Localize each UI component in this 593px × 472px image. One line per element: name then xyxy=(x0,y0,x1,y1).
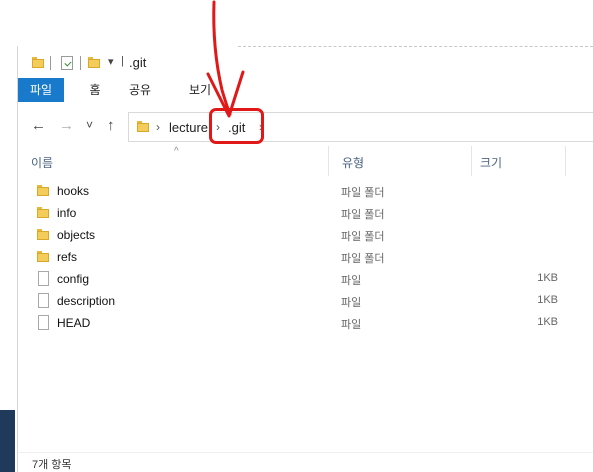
column-name[interactable]: 이름 xyxy=(31,154,53,171)
background-window-edge xyxy=(0,410,15,472)
ribbon-tabs: 파일 홈 공유 보기 xyxy=(18,78,593,102)
breadcrumb-separator[interactable]: › xyxy=(156,120,160,134)
back-arrow-icon[interactable]: ← xyxy=(31,118,46,134)
file-size: 1KB xyxy=(537,294,558,306)
tab-share[interactable]: 공유 xyxy=(120,78,160,102)
column-divider[interactable] xyxy=(328,146,329,176)
list-item[interactable]: refs 파일 폴더 xyxy=(18,246,593,268)
column-header: ^ 이름 유형 크기 xyxy=(18,146,593,176)
file-type: 파일 xyxy=(341,275,362,287)
breadcrumb-lecture[interactable]: lecture xyxy=(169,120,208,135)
recent-locations-chevron-icon[interactable]: ˅ xyxy=(86,117,93,133)
list-item[interactable]: description 파일 1KB xyxy=(18,290,593,312)
file-size: 1KB xyxy=(537,316,558,328)
file-type: 파일 xyxy=(341,319,362,331)
title-bar: ▾ | .git xyxy=(18,50,593,76)
screenshot-stage: ▾ | .git 파일 홈 공유 보기 ← → ˅ ↑ › lecture › … xyxy=(0,0,593,472)
file-type: 파일 폴더 xyxy=(341,187,385,199)
title-pipe: | xyxy=(121,55,124,67)
file-name[interactable]: refs xyxy=(57,250,77,264)
tab-home[interactable]: 홈 xyxy=(80,78,110,102)
navigation-bar: ← → ˅ ↑ › lecture › .git › xyxy=(18,112,593,142)
folder-icon xyxy=(32,57,44,68)
file-type: 파일 폴더 xyxy=(341,231,385,243)
list-item[interactable]: info 파일 폴더 xyxy=(18,202,593,224)
column-type[interactable]: 유형 xyxy=(342,154,364,171)
column-size[interactable]: 크기 xyxy=(480,154,502,171)
quick-access-dropdown-icon[interactable]: ▾ xyxy=(108,55,114,68)
list-item[interactable]: HEAD 파일 1KB xyxy=(18,312,593,334)
tab-file[interactable]: 파일 xyxy=(18,78,64,102)
file-name[interactable]: objects xyxy=(57,228,95,242)
file-icon xyxy=(38,271,49,286)
file-type: 파일 폴더 xyxy=(341,253,385,265)
annotation-highlight-circle xyxy=(209,108,264,144)
sort-ascending-icon: ^ xyxy=(174,146,179,157)
list-item[interactable]: hooks 파일 폴더 xyxy=(18,180,593,202)
file-name[interactable]: hooks xyxy=(57,184,89,198)
dashed-divider xyxy=(238,46,593,47)
column-divider[interactable] xyxy=(471,146,472,176)
file-name[interactable]: info xyxy=(57,206,76,220)
title-separator xyxy=(50,56,51,70)
list-item[interactable]: objects 파일 폴더 xyxy=(18,224,593,246)
file-name[interactable]: config xyxy=(57,272,89,286)
folder-icon xyxy=(37,229,49,240)
file-list: hooks 파일 폴더 info 파일 폴더 objects 파일 폴더 ref… xyxy=(18,180,593,334)
list-item[interactable]: config 파일 1KB xyxy=(18,268,593,290)
status-item-count: 7개 항목 xyxy=(32,459,72,471)
forward-arrow-icon[interactable]: → xyxy=(59,118,74,134)
new-folder-icon[interactable] xyxy=(88,57,100,68)
status-divider xyxy=(18,452,593,453)
tab-view[interactable]: 보기 xyxy=(180,78,220,102)
folder-icon xyxy=(137,121,149,132)
file-name[interactable]: HEAD xyxy=(57,316,90,330)
title-separator xyxy=(80,56,81,70)
folder-icon xyxy=(37,207,49,218)
file-type: 파일 폴더 xyxy=(341,209,385,221)
folder-icon xyxy=(37,185,49,196)
file-name[interactable]: description xyxy=(57,294,115,308)
file-type: 파일 xyxy=(341,297,362,309)
file-size: 1KB xyxy=(537,272,558,284)
column-divider[interactable] xyxy=(565,146,566,176)
file-icon xyxy=(38,293,49,308)
address-bar[interactable]: › lecture › .git › xyxy=(128,112,593,142)
properties-icon[interactable] xyxy=(61,56,73,70)
window-title: .git xyxy=(129,55,147,70)
folder-icon xyxy=(37,251,49,262)
file-icon xyxy=(38,315,49,330)
up-arrow-icon[interactable]: ↑ xyxy=(107,118,115,134)
